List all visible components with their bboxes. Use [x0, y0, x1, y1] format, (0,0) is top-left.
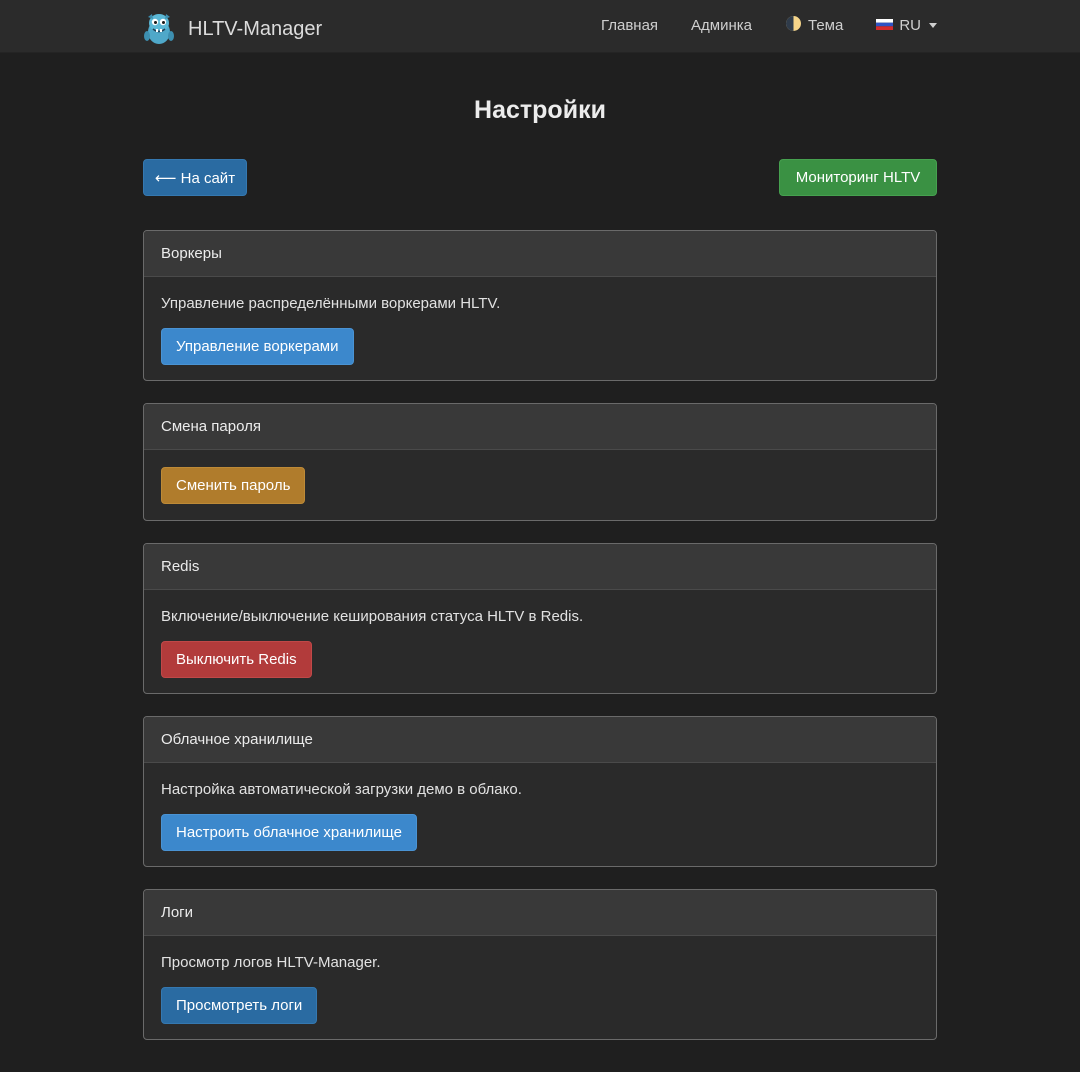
- russian-flag-icon: [876, 17, 894, 34]
- view-logs-button[interactable]: Просмотреть логи: [161, 987, 318, 1024]
- redis-card-description: Включение/выключение кеширования статуса…: [161, 608, 584, 625]
- redis-card: Redis Включение/выключение кеширования с…: [143, 543, 937, 694]
- language-dropdown[interactable]: RU: [876, 17, 937, 34]
- back-to-site-button[interactable]: ⟵ На сайт: [143, 159, 247, 196]
- page-title: Настройки: [474, 96, 606, 124]
- nav-home[interactable]: Главная: [601, 17, 658, 34]
- nav-admin[interactable]: Админка: [691, 17, 752, 34]
- hltv-monitoring-button[interactable]: Мониторинг HLTV: [779, 159, 937, 196]
- workers-card-title: Воркеры: [144, 231, 936, 277]
- change-password-button[interactable]: Сменить пароль: [161, 467, 306, 504]
- logs-card-title: Логи: [144, 890, 936, 936]
- redis-card-title: Redis: [144, 544, 936, 590]
- password-card: Смена пароля Сменить пароль: [143, 403, 937, 521]
- half-moon-icon: [785, 15, 802, 36]
- mascot-logo-icon: [143, 12, 176, 46]
- disable-redis-button[interactable]: Выключить Redis: [161, 641, 312, 678]
- cloud-storage-card: Облачное хранилище Настройка автоматичес…: [143, 716, 937, 867]
- navbar: HLTV-Manager Главная Админка Тема RU: [0, 0, 1080, 53]
- cloud-storage-card-title: Облачное хранилище: [144, 717, 936, 763]
- main-nav: Главная Админка Тема RU: [601, 0, 937, 50]
- theme-toggle[interactable]: Тема: [785, 15, 843, 36]
- brand-title: HLTV-Manager: [188, 17, 323, 40]
- workers-card-description: Управление распределёнными воркерами HLT…: [161, 295, 501, 312]
- brand-link[interactable]: HLTV-Manager: [143, 12, 322, 46]
- logs-card: Логи Просмотр логов HLTV-Manager. Просмо…: [143, 889, 937, 1040]
- theme-label: Тема: [808, 16, 844, 34]
- caret-down-icon: [929, 22, 937, 28]
- logs-card-description: Просмотр логов HLTV-Manager.: [161, 954, 381, 971]
- cloud-storage-card-description: Настройка автоматической загрузки демо в…: [161, 781, 522, 798]
- language-label: RU: [899, 16, 921, 34]
- configure-cloud-storage-button[interactable]: Настроить облачное хранилище: [161, 814, 417, 851]
- manage-workers-button[interactable]: Управление воркерами: [161, 328, 354, 365]
- workers-card: Воркеры Управление распределёнными ворке…: [143, 230, 937, 381]
- password-card-title: Смена пароля: [144, 404, 936, 450]
